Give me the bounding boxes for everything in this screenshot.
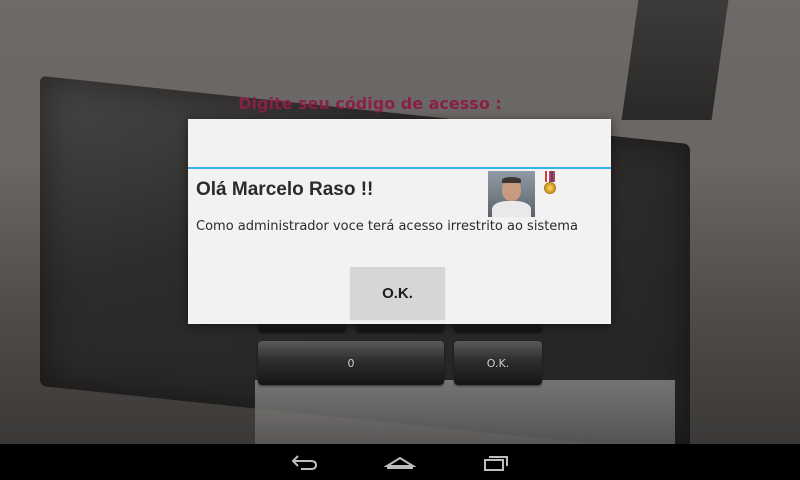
welcome-dialog: Olá Marcelo Raso !! Como administrador v… bbox=[188, 119, 611, 324]
user-photo bbox=[488, 171, 535, 217]
ok-button[interactable]: O.K. bbox=[350, 267, 445, 319]
background-device-front bbox=[255, 380, 675, 444]
back-button[interactable] bbox=[284, 448, 324, 476]
medal-icon bbox=[543, 171, 557, 195]
recent-apps-icon bbox=[484, 456, 508, 471]
back-icon bbox=[291, 455, 318, 470]
dialog-title: Olá Marcelo Raso !! bbox=[196, 179, 374, 200]
recent-apps-button[interactable] bbox=[476, 448, 516, 476]
home-button[interactable] bbox=[380, 448, 420, 476]
home-icon bbox=[384, 456, 416, 469]
access-code-prompt: Digite seu código de acesso : bbox=[238, 94, 502, 113]
dialog-message: Como administrador voce terá acesso irre… bbox=[196, 219, 578, 234]
keypad-key-zero[interactable]: 0 bbox=[258, 341, 444, 385]
system-navigation-bar bbox=[0, 444, 800, 480]
app-screen: Digite seu código de acesso : 0 O.K. Olá… bbox=[0, 0, 800, 480]
keypad-ok-button[interactable]: O.K. bbox=[454, 341, 542, 385]
dialog-input-field[interactable] bbox=[188, 119, 611, 169]
